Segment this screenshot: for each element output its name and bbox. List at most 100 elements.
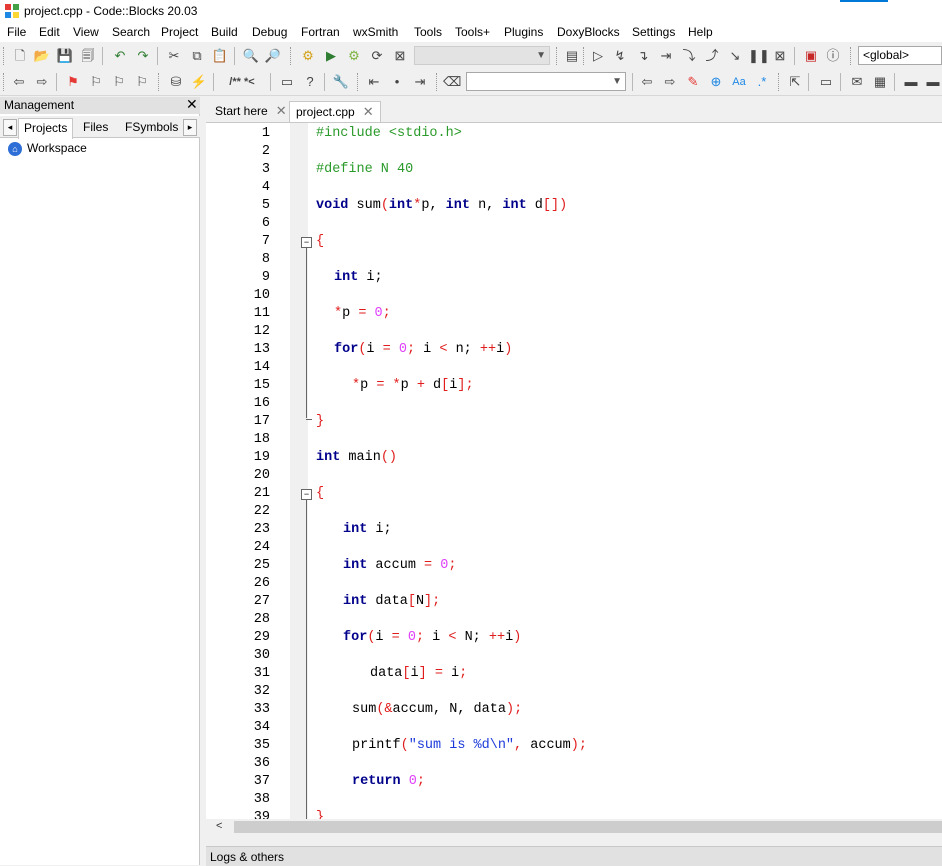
next-instruction-icon[interactable]: ⇥	[657, 47, 675, 65]
find-next-icon[interactable]: ⇨	[661, 73, 679, 91]
close-icon[interactable]: ✕	[276, 103, 287, 118]
html-doc-icon[interactable]: ▭	[278, 73, 296, 91]
highlight-icon[interactable]: ✎	[684, 73, 702, 91]
rebuild-icon[interactable]: ⟳	[368, 47, 386, 65]
save-all-icon[interactable]: 🗐	[79, 47, 97, 65]
step-into-icon[interactable]: ⤵	[680, 47, 698, 65]
pointer-icon[interactable]: ⇱	[786, 73, 804, 91]
scrollbar-thumb[interactable]	[234, 821, 942, 833]
tab-projects[interactable]: Projects	[18, 118, 74, 139]
build-gear-icon[interactable]: ⚙	[299, 47, 317, 65]
new-file-icon[interactable]: 🗋	[11, 47, 29, 65]
chevron-left-icon[interactable]: ◂	[3, 119, 17, 136]
replace-icon[interactable]: 🔎	[264, 47, 282, 65]
arrow-left-icon[interactable]: ⇦	[10, 73, 28, 91]
next-line-icon[interactable]: ↴	[634, 47, 652, 65]
regex-icon[interactable]: .*	[753, 73, 771, 91]
info-icon[interactable]: ⓘ	[824, 47, 842, 65]
file-view-icon[interactable]: ▤	[563, 47, 581, 65]
search-clear-icon[interactable]: ⌫	[443, 73, 461, 91]
menu-tools-plus[interactable]: Tools+	[455, 25, 490, 39]
doxy-extract-icon[interactable]: ⚡	[190, 73, 208, 91]
step-instruction-icon[interactable]: ↘	[726, 47, 744, 65]
next-bookmark-icon[interactable]: ⚐	[110, 73, 128, 91]
toolbar-grip[interactable]	[778, 73, 782, 91]
tab-fsymbols[interactable]: FSymbols	[120, 118, 183, 137]
prev-bookmark-icon[interactable]: ⚐	[87, 73, 105, 91]
chevron-right-icon[interactable]: ▸	[183, 119, 197, 136]
toolbar-grip[interactable]	[357, 73, 361, 91]
code-editor[interactable]: 1 2 3 4 5 6 7 8 9 10 11 12 13 14 15 16 17 18 19 20 21 22 23 24 2…	[206, 122, 942, 819]
menu-doxyblocks[interactable]: DoxyBlocks	[557, 25, 620, 39]
selected-text-icon[interactable]: ⊕	[707, 73, 725, 91]
rectangle-icon[interactable]: ▭	[817, 73, 835, 91]
menu-settings[interactable]: Settings	[632, 25, 675, 39]
toolbar-grip[interactable]	[556, 47, 560, 65]
arrow-right-icon[interactable]: ⇨	[33, 73, 51, 91]
run-icon[interactable]: ▶	[322, 47, 340, 65]
tab-files[interactable]: Files	[78, 118, 113, 137]
toolbar-grip[interactable]	[158, 73, 162, 91]
build-and-run-icon[interactable]: ⚙	[345, 47, 363, 65]
workspace-tree-item[interactable]: ⌂ Workspace	[8, 141, 87, 156]
grid-icon[interactable]: ▦	[871, 73, 889, 91]
menu-wxsmith[interactable]: wxSmith	[353, 25, 398, 39]
debug-continue-icon[interactable]: ▷	[589, 47, 607, 65]
chm-help-icon[interactable]: ?	[301, 73, 319, 91]
debug-windows-icon[interactable]: ▣	[802, 47, 820, 65]
stop-debug-icon[interactable]: ⊠	[771, 47, 789, 65]
close-icon[interactable]: ✕	[363, 104, 374, 119]
run-to-cursor-icon[interactable]: ↯	[611, 47, 629, 65]
menu-debug[interactable]: Debug	[252, 25, 287, 39]
build-target-combo[interactable]: ▼	[414, 46, 550, 65]
paste-icon[interactable]: 📋	[211, 47, 229, 65]
toolbar-grip[interactable]	[3, 47, 7, 65]
horizontal-scrollbar[interactable]: <	[212, 819, 942, 836]
pause-icon[interactable]: ❚❚	[748, 47, 770, 65]
find-icon[interactable]: 🔍	[242, 47, 260, 65]
bookmark-flag-icon[interactable]: ⚑	[64, 73, 82, 91]
menu-project[interactable]: Project	[161, 25, 198, 39]
toolbar-grip[interactable]	[583, 47, 587, 65]
menu-help[interactable]: Help	[688, 25, 713, 39]
toolbar-grip[interactable]	[850, 47, 854, 65]
chevron-left-icon[interactable]: <	[216, 820, 222, 832]
match-case-icon[interactable]: Aa	[730, 73, 748, 91]
redo-icon[interactable]: ↷	[134, 47, 152, 65]
menu-search[interactable]: Search	[112, 25, 150, 39]
close-icon[interactable]: ✕	[186, 96, 198, 113]
copy-icon[interactable]: ⧉	[188, 47, 206, 65]
step-out-icon[interactable]: ⤴	[703, 47, 721, 65]
menu-fortran[interactable]: Fortran	[301, 25, 340, 39]
toolbar-grip[interactable]	[290, 47, 294, 65]
abort-icon[interactable]: ⊠	[391, 47, 409, 65]
jump-back-icon[interactable]: ⇤	[365, 73, 383, 91]
incremental-search-input[interactable]: ▼	[466, 72, 626, 91]
scope-combo[interactable]: <global>	[858, 46, 942, 65]
operator: )	[504, 342, 513, 357]
open-folder-icon[interactable]: 📂	[33, 47, 51, 65]
menu-tools[interactable]: Tools	[414, 25, 442, 39]
menu-plugins[interactable]: Plugins	[504, 25, 543, 39]
tab-start-here[interactable]: Start here ✕	[209, 101, 293, 122]
wrench-icon[interactable]: 🔧	[332, 73, 350, 91]
menu-edit[interactable]: Edit	[39, 25, 60, 39]
envelope-icon[interactable]: ✉	[848, 73, 866, 91]
jump-dot-icon[interactable]: •	[388, 73, 406, 91]
doxy-comment-button[interactable]: /** *<	[220, 73, 264, 91]
panel-icon[interactable]: ▬	[924, 73, 942, 91]
clear-bookmarks-icon[interactable]: ⚐	[133, 73, 151, 91]
cut-icon[interactable]: ✂	[165, 47, 183, 65]
undo-icon[interactable]: ↶	[111, 47, 129, 65]
panel-icon[interactable]: ▬	[902, 73, 920, 91]
tab-project-cpp[interactable]: project.cpp ✕	[289, 101, 381, 123]
doxy-wizard-icon[interactable]: ⛁	[167, 73, 185, 91]
find-prev-icon[interactable]: ⇦	[638, 73, 656, 91]
menu-build[interactable]: Build	[211, 25, 238, 39]
save-icon[interactable]: 💾	[56, 47, 74, 65]
toolbar-grip[interactable]	[436, 73, 440, 91]
toolbar-grip[interactable]	[3, 73, 7, 91]
jump-forward-icon[interactable]: ⇥	[411, 73, 429, 91]
menu-view[interactable]: View	[73, 25, 99, 39]
menu-file[interactable]: File	[7, 25, 26, 39]
